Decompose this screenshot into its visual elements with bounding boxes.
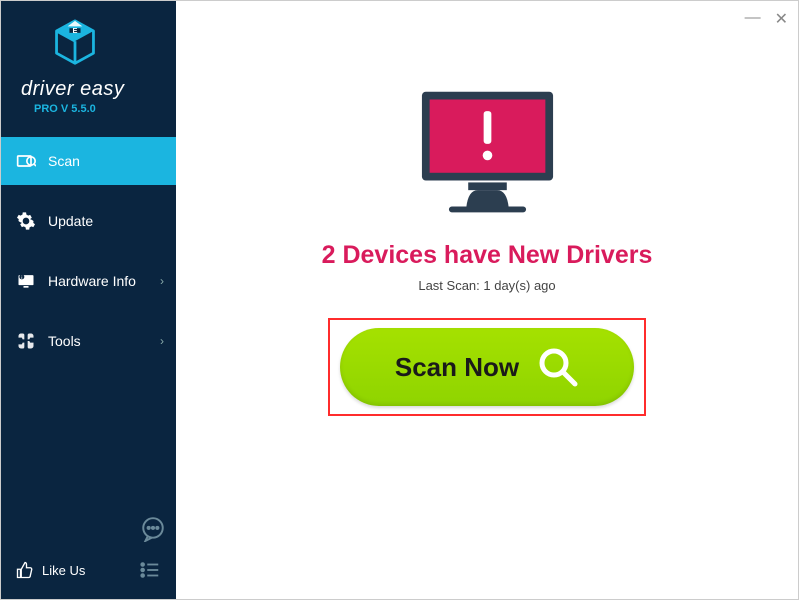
sidebar-bottom: Like Us: [1, 549, 176, 599]
chat-icon: [140, 516, 166, 542]
sidebar-item-update[interactable]: Update: [1, 197, 176, 245]
menu-list-icon[interactable]: [139, 559, 161, 581]
scan-now-button[interactable]: Scan Now: [340, 328, 634, 406]
thumbs-up-icon: [16, 561, 34, 579]
brand-name: driver easy: [21, 78, 161, 101]
svg-text:i: i: [21, 275, 22, 280]
version-label: PRO V 5.5.0: [34, 103, 161, 115]
scan-icon: [16, 151, 36, 171]
sidebar: E driver easy PRO V 5.5.0 Scan Update: [1, 1, 176, 599]
hardware-info-icon: i: [16, 271, 36, 291]
tools-icon: [16, 331, 36, 351]
minimize-button[interactable]: —: [745, 9, 761, 29]
sidebar-item-label: Tools: [48, 333, 81, 349]
sidebar-item-tools[interactable]: Tools ›: [1, 317, 176, 365]
headline: 2 Devices have New Drivers: [322, 241, 653, 270]
sidebar-item-label: Scan: [48, 153, 80, 169]
app-logo-icon: E: [51, 19, 99, 67]
last-scan-text: Last Scan: 1 day(s) ago: [418, 278, 555, 293]
like-us-button[interactable]: Like Us: [16, 561, 85, 579]
scan-highlight-box: Scan Now: [328, 318, 646, 416]
window-controls: — ✕: [745, 9, 788, 29]
like-us-label: Like Us: [42, 563, 85, 578]
sidebar-item-scan[interactable]: Scan: [1, 137, 176, 185]
close-button[interactable]: ✕: [775, 9, 788, 29]
chat-button[interactable]: [140, 516, 166, 547]
svg-text:E: E: [73, 26, 78, 35]
scan-button-label: Scan Now: [395, 352, 519, 383]
chevron-right-icon: ›: [160, 334, 164, 348]
sidebar-item-hardware-info[interactable]: i Hardware Info ›: [1, 257, 176, 305]
gear-icon: [16, 211, 36, 231]
content: 2 Devices have New Drivers Last Scan: 1 …: [176, 1, 798, 599]
logo-area: E driver easy PRO V 5.5.0: [1, 1, 176, 127]
nav: Scan Update i Hardware Info › Tools ›: [1, 137, 176, 549]
monitor-alert-icon: [410, 86, 565, 221]
magnify-icon: [537, 346, 579, 388]
chevron-right-icon: ›: [160, 274, 164, 288]
main-area: — ✕ 2 Devices have New Drivers Last Scan…: [176, 1, 798, 599]
sidebar-item-label: Hardware Info: [48, 273, 136, 289]
sidebar-item-label: Update: [48, 213, 93, 229]
